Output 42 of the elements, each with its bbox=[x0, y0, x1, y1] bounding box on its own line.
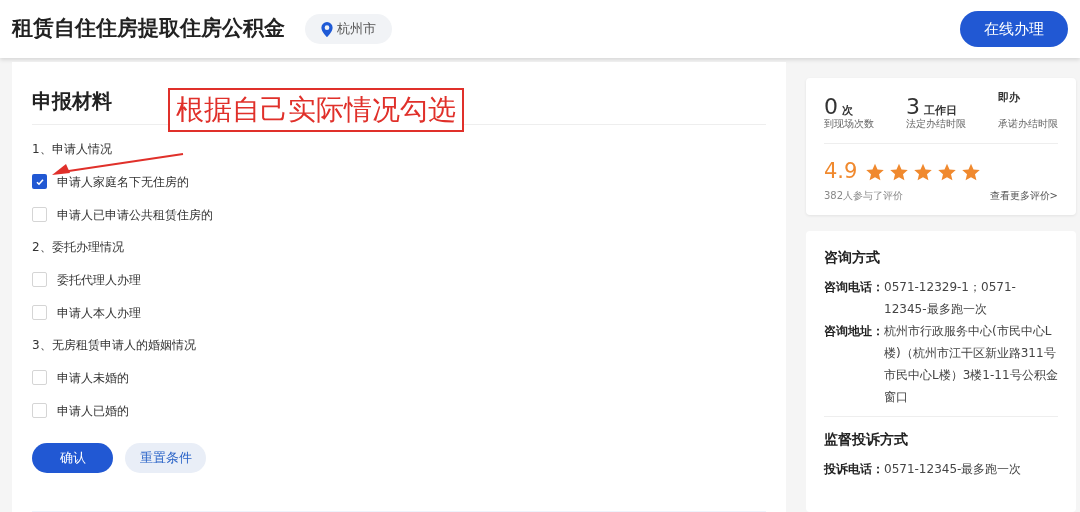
group-heading: 3、无房租赁申请人的婚姻情况 bbox=[32, 337, 196, 354]
checkbox-option[interactable]: 申请人已申请公共租赁住房的 bbox=[32, 198, 766, 231]
checkbox[interactable] bbox=[32, 272, 47, 287]
map-pin-icon bbox=[321, 21, 333, 37]
stat-unit: 即办 bbox=[998, 90, 1020, 106]
stat-value: 3 bbox=[906, 93, 920, 119]
group-heading: 2、委托办理情况 bbox=[32, 239, 124, 256]
check-icon bbox=[34, 176, 45, 187]
contact-heading: 监督投诉方式 bbox=[824, 429, 909, 449]
group-heading: 1、申请人情况 bbox=[32, 141, 112, 158]
stat-label: 法定办结时限 bbox=[906, 117, 966, 131]
online-apply-button[interactable]: 在线办理 bbox=[960, 11, 1068, 47]
contact-heading: 咨询方式 bbox=[824, 247, 881, 267]
stat-value: 0 bbox=[824, 93, 838, 119]
reset-button[interactable]: 重置条件 bbox=[125, 443, 206, 473]
annotation-box: 根据自己实际情况勾选 bbox=[168, 88, 464, 132]
contact-value: 0571-12329-1；0571-12345-最多跑一次 bbox=[884, 278, 1017, 318]
contact-value: 杭州市行政服务中心(市民中心L楼)（杭州市江干区新业路311号市民中心L楼）3楼1-11号公积金窗口 bbox=[884, 322, 1058, 406]
stat-label: 承诺办结时限 bbox=[998, 117, 1058, 131]
checkbox[interactable] bbox=[32, 370, 47, 385]
checkbox[interactable] bbox=[32, 305, 47, 320]
rating-score: 4.9 bbox=[824, 158, 858, 185]
location-tag[interactable]: 杭州市 bbox=[305, 14, 392, 44]
checkbox-option[interactable]: 申请人家庭名下无住房的 bbox=[32, 165, 766, 198]
checkbox[interactable] bbox=[32, 207, 47, 222]
stat-label: 到现场次数 bbox=[824, 117, 874, 131]
page-title: 租赁自住住房提取住房公积金 bbox=[12, 15, 285, 43]
confirm-button[interactable]: 确认 bbox=[32, 443, 113, 473]
contact-label: 咨询电话： bbox=[824, 278, 884, 296]
contact-label: 投诉电话： bbox=[824, 460, 884, 478]
checkbox-option[interactable]: 申请人本人办理 bbox=[32, 296, 766, 329]
checkbox[interactable] bbox=[32, 403, 47, 418]
contact-label: 咨询地址： bbox=[824, 322, 884, 340]
checkbox-option[interactable]: 委托代理人办理 bbox=[32, 263, 766, 296]
stat-unit: 次 bbox=[842, 103, 853, 119]
checkbox-option[interactable]: 申请人已婚的 bbox=[32, 394, 766, 427]
contact-value: 0571-12345-最多跑一次 bbox=[884, 460, 1022, 478]
stat-unit: 工作日 bbox=[924, 103, 957, 118]
rating-count: 382人参与了评价 bbox=[824, 188, 904, 203]
checkbox-option[interactable]: 申请人未婚的 bbox=[32, 361, 766, 394]
checkbox[interactable] bbox=[32, 174, 47, 189]
more-reviews-link[interactable]: 查看更多评价> bbox=[989, 187, 1058, 203]
